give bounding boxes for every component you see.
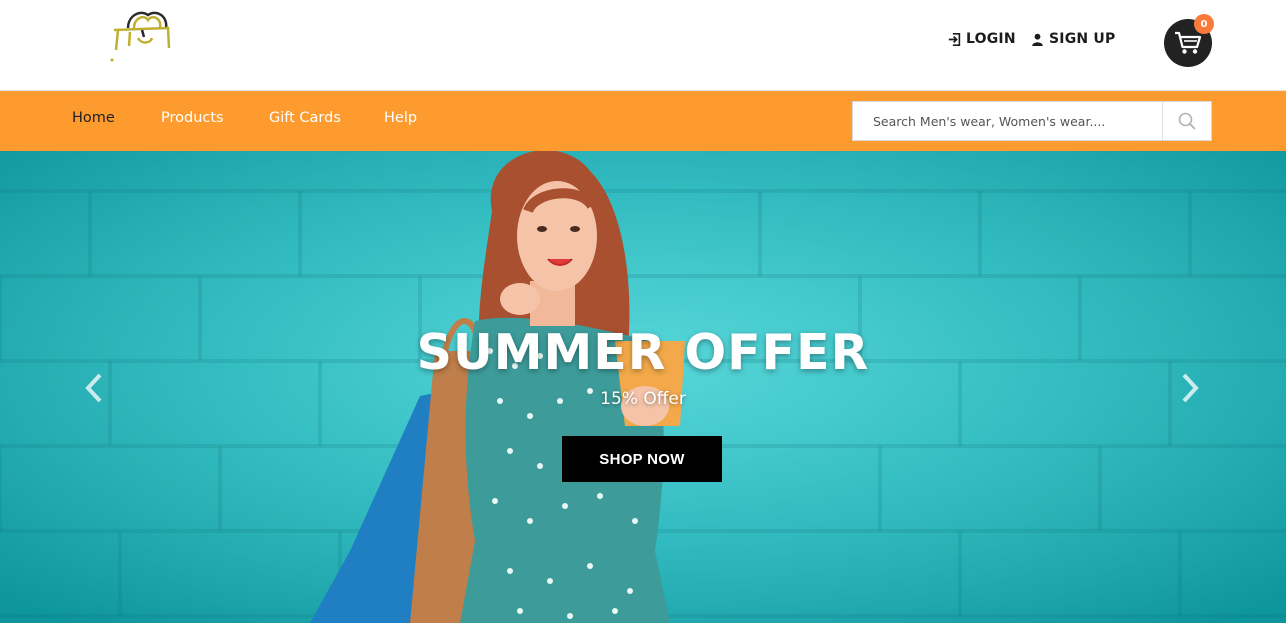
shop-now-button[interactable]: SHOP NOW	[562, 436, 722, 482]
main-nav: Home Products Gift Cards Help	[0, 91, 1286, 151]
signup-link[interactable]: SIGN UP	[1031, 31, 1115, 47]
nav-item-help[interactable]: Help	[384, 110, 417, 126]
shopping-bag-logo-icon	[110, 11, 171, 62]
search-icon	[1178, 112, 1196, 130]
chevron-right-icon	[1182, 373, 1199, 403]
cart-count-badge: 0	[1194, 14, 1214, 34]
hero-slider: SUMMER OFFER 15% Offer SHOP NOW	[0, 151, 1286, 623]
search-button[interactable]	[1162, 102, 1211, 140]
top-header: LOGIN SIGN UP 0	[0, 0, 1286, 91]
sign-in-icon	[948, 32, 961, 46]
login-label: LOGIN	[966, 31, 1016, 47]
search-bar	[852, 101, 1212, 141]
user-icon	[1032, 33, 1043, 46]
model-photo	[310, 151, 685, 623]
hero-title: SUMMER OFFER	[416, 324, 870, 381]
nav-item-products[interactable]: Products	[161, 110, 224, 126]
login-link[interactable]: LOGIN	[948, 31, 1016, 47]
nav-item-gift-cards[interactable]: Gift Cards	[269, 110, 341, 126]
shopping-cart-icon	[1175, 31, 1202, 54]
search-input[interactable]	[853, 102, 1162, 140]
signup-label: SIGN UP	[1049, 31, 1116, 47]
store-logo[interactable]	[108, 6, 174, 64]
nav-item-home[interactable]: Home	[72, 110, 115, 126]
slider-next-button[interactable]	[1178, 371, 1202, 405]
hero-subtitle: 15% Offer	[600, 389, 686, 409]
slider-prev-button[interactable]	[82, 371, 106, 405]
chevron-left-icon	[85, 373, 102, 403]
